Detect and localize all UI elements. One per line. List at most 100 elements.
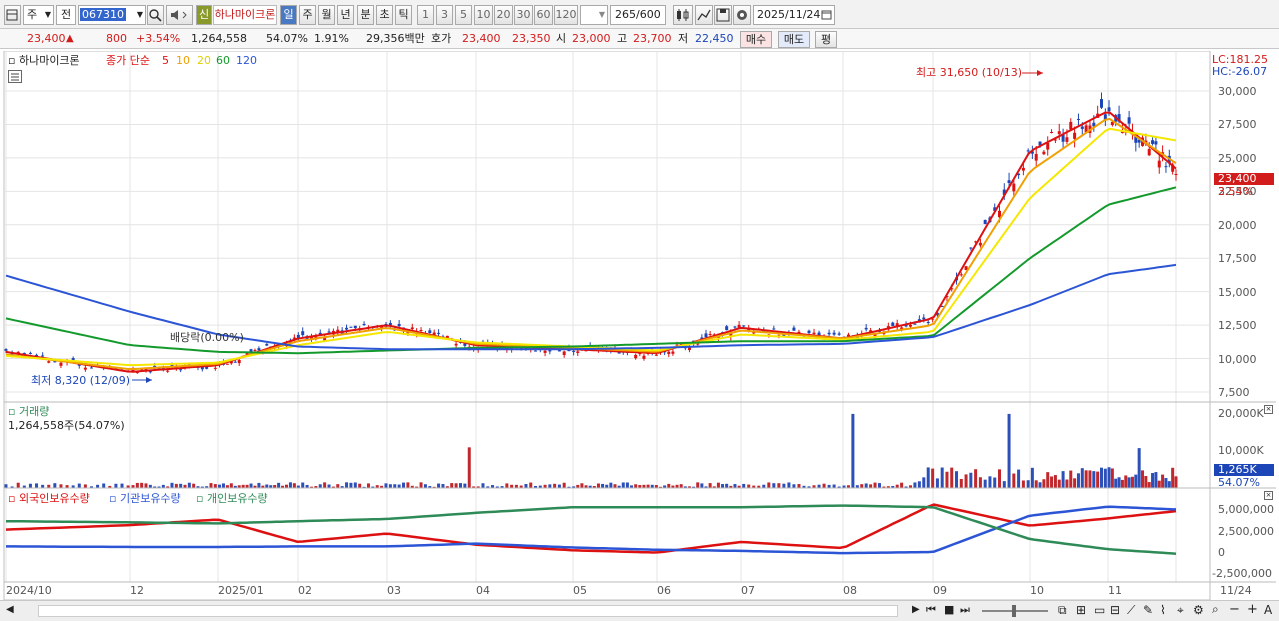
interval-5[interactable]: 5 [455, 5, 472, 25]
candle-body [959, 274, 963, 276]
current-pct-label: 3.54% [1218, 185, 1253, 198]
interval-10-label: 10 [476, 8, 491, 21]
period-tick-label: 틱 [398, 8, 409, 21]
candle-body [89, 367, 93, 369]
period-tick[interactable]: 틱 [395, 5, 412, 25]
interval-20[interactable]: 20 [494, 5, 513, 25]
average-button[interactable]: 평 [815, 31, 837, 48]
period-month[interactable]: 월 [318, 5, 335, 25]
chart-canvas[interactable] [0, 51, 1279, 600]
candle-icon[interactable] [673, 5, 693, 25]
volume-bar [832, 484, 836, 488]
period-second-label: 초 [379, 8, 390, 21]
table-icon[interactable] [8, 70, 22, 83]
candle-body [576, 351, 580, 353]
settings-icon[interactable]: ⚙ [1193, 603, 1204, 617]
volume-bar [524, 484, 528, 488]
volume-bar [1017, 469, 1021, 488]
price-change: 800 [106, 32, 127, 45]
line-tool-icon[interactable] [695, 5, 713, 25]
market-select[interactable]: 주 ▼ [23, 5, 54, 25]
high-marker-label: 최고 31,650 (10/13) [916, 66, 1023, 79]
candle-body [1151, 140, 1155, 144]
marker-icon[interactable]: ⌖ [1177, 603, 1184, 618]
period-second[interactable]: 초 [376, 5, 393, 25]
interval-3[interactable]: 3 [436, 5, 453, 25]
period-day[interactable]: 일 [280, 5, 297, 25]
volume-bar [209, 483, 213, 488]
interval-30[interactable]: 30 [514, 5, 533, 25]
grid-icon[interactable]: ⊟ [1110, 603, 1120, 617]
search-icon[interactable] [147, 5, 164, 25]
x-tick-label: 07 [741, 584, 755, 597]
x-tick-label: 02 [298, 584, 312, 597]
buy-button[interactable]: 매수 [740, 31, 772, 48]
candle-body [1042, 151, 1046, 155]
price-tick-label: 10,000 [1218, 352, 1257, 366]
zoom-in-button[interactable]: + [1247, 602, 1258, 617]
volume-bar [609, 482, 613, 488]
font-size-button[interactable]: A [1264, 603, 1272, 617]
candle-body [179, 369, 183, 371]
volume-bar [358, 483, 362, 488]
candle-body [47, 361, 51, 363]
zoom-out-button[interactable]: − [1229, 602, 1240, 617]
save-icon[interactable] [714, 5, 732, 25]
volume-bar [860, 484, 864, 488]
interval-1[interactable]: 1 [417, 5, 434, 25]
interval-5-label: 5 [460, 8, 467, 21]
candle-body [349, 326, 353, 328]
gear-icon[interactable] [733, 5, 751, 25]
period-year[interactable]: 년 [337, 5, 354, 25]
close-icon[interactable]: × [1264, 405, 1273, 414]
chart-type-icon[interactable] [4, 5, 21, 25]
interval-60[interactable]: 60 [534, 5, 553, 25]
candle-body [233, 361, 237, 363]
interval-120[interactable]: 120 [554, 5, 578, 25]
draw-icon[interactable]: ✎ [1143, 603, 1153, 617]
window-icon[interactable]: ▭ [1094, 603, 1105, 617]
sound-icon[interactable] [166, 5, 193, 25]
period-week[interactable]: 주 [299, 5, 316, 25]
sell-button[interactable]: 매도 [778, 31, 810, 48]
up-arrow-icon: ▲ [66, 33, 74, 44]
close-icon[interactable]: × [1264, 491, 1273, 500]
date-input[interactable]: 2025/11/24 [753, 5, 835, 25]
volume-bar [747, 484, 751, 488]
code-input[interactable]: 067310 ▼ [78, 5, 146, 25]
first-page-icon[interactable]: ⏮ [926, 603, 936, 617]
volume-bar [1084, 470, 1088, 488]
candle-body [671, 351, 675, 354]
volume-bar [402, 482, 406, 488]
period-week-label: 주 [302, 8, 313, 21]
horizontal-scrollbar[interactable] [38, 605, 898, 617]
candle-body [543, 350, 547, 353]
volume-bar [120, 483, 124, 488]
zoom-slider-handle[interactable] [1012, 605, 1016, 617]
candle-body [1034, 153, 1038, 161]
count-input[interactable]: 265/600 [610, 5, 666, 25]
scroll-right-icon[interactable]: ▶ [912, 604, 920, 615]
period-minute[interactable]: 분 [357, 5, 374, 25]
interval-10[interactable]: 10 [474, 5, 493, 25]
volume-bar [1164, 478, 1168, 488]
split-icon[interactable]: ⊞ [1076, 603, 1086, 617]
next-page-icon[interactable]: ⏭ [960, 603, 970, 617]
calendar-icon[interactable] [821, 6, 832, 24]
stop-icon[interactable]: ■ [944, 603, 954, 616]
volume-bar [454, 483, 458, 488]
candle-body [534, 350, 538, 352]
volume-bar [257, 482, 261, 488]
volume-bar [529, 482, 533, 488]
scroll-left-icon[interactable]: ◀ [6, 604, 14, 615]
chart-icon[interactable]: ⌇ [1160, 603, 1166, 617]
volume-bar [1088, 470, 1092, 488]
type-select[interactable]: 전 [56, 5, 76, 25]
interval-input[interactable]: ▼ [580, 5, 608, 25]
candle-body [1026, 150, 1030, 152]
search-icon[interactable]: ⌕ [1212, 602, 1219, 617]
candle-body [837, 333, 841, 335]
layout-icon[interactable]: ⧉ [1058, 603, 1067, 618]
volume-bar [4, 484, 8, 488]
trend-icon[interactable]: ⟋ [1127, 603, 1135, 618]
